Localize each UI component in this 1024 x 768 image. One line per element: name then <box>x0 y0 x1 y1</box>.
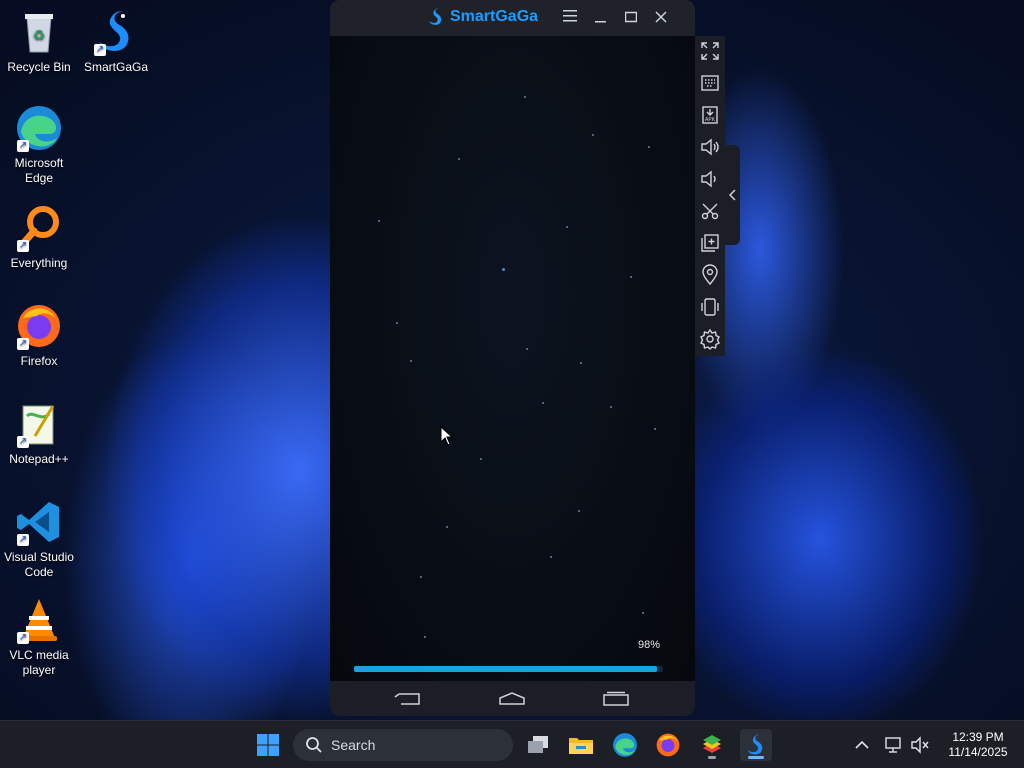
shortcut-arrow-icon: ↗ <box>17 632 29 644</box>
emulator-side-toolbar: APK <box>695 36 725 356</box>
taskbar: Search 12:39 PM 11/14/2025 <box>0 720 1024 768</box>
progress-bar-fill <box>354 666 657 672</box>
home-icon[interactable] <box>497 690 527 708</box>
recents-icon[interactable] <box>601 690 631 708</box>
edge-icon: ↗ <box>15 104 63 152</box>
desktop-icon-label: Microsoft Edge <box>14 156 64 185</box>
system-clock[interactable]: 12:39 PM 11/14/2025 <box>938 730 1018 760</box>
mouse-cursor-icon <box>440 425 454 451</box>
taskbar-bluestacks-icon[interactable] <box>696 729 728 761</box>
search-label: Search <box>331 737 376 753</box>
firefox-icon: ↗ <box>15 302 63 350</box>
running-indicator <box>708 756 716 759</box>
minimize-icon[interactable] <box>591 8 611 28</box>
desktop-icon-vlc[interactable]: ↗ VLC media player <box>3 596 75 678</box>
desktop-icon-label: Visual Studio Code <box>4 550 74 579</box>
desktop-icon-label: Everything <box>10 256 68 270</box>
desktop-icon-label: SmartGaGa <box>83 60 149 74</box>
desktop-icon-smartgaga[interactable]: ↗ SmartGaGa <box>80 8 152 75</box>
desktop-icon-label: VLC media player <box>9 648 69 677</box>
shortcut-arrow-icon: ↗ <box>17 436 29 448</box>
title-bar[interactable]: SmartGaGa <box>330 0 695 36</box>
volume-muted-icon[interactable] <box>904 729 936 761</box>
show-hidden-icons-chevron-icon[interactable] <box>846 729 878 761</box>
back-icon[interactable] <box>393 690 423 708</box>
windows-logo-icon <box>257 734 279 756</box>
desktop-icon-vscode[interactable]: ↗ Visual Studio Code <box>3 498 75 580</box>
vlc-icon: ↗ <box>15 596 63 644</box>
notepadpp-icon: ↗ <box>15 400 63 448</box>
taskbar-smartgaga-icon[interactable] <box>740 729 772 761</box>
desktop-icon-recycle-bin[interactable]: ♻ Recycle Bin <box>3 8 75 75</box>
clock-date: 11/14/2025 <box>948 745 1008 759</box>
shortcut-arrow-icon: ↗ <box>17 240 29 252</box>
android-screen[interactable]: 98% <box>330 36 695 681</box>
android-nav-bar <box>330 681 695 716</box>
desktop-icon-label: Recycle Bin <box>7 60 71 74</box>
menu-icon[interactable] <box>561 8 581 28</box>
svg-text:APK: APK <box>705 117 716 123</box>
recycle-bin-icon: ♻ <box>15 8 63 56</box>
app-brand: SmartGaGa <box>426 7 538 27</box>
desktop-icon-notepadpp[interactable]: ↗ Notepad++ <box>3 400 75 467</box>
desktop-icon-everything[interactable]: ↗ Everything <box>3 204 75 271</box>
desktop-icon-edge[interactable]: ↗ Microsoft Edge <box>3 104 75 186</box>
smartgaga-icon: ↗ <box>92 8 140 56</box>
close-icon[interactable] <box>651 8 671 28</box>
collapse-toolbar-chevron-icon[interactable] <box>725 145 740 245</box>
shake-icon[interactable] <box>699 296 721 318</box>
app-title: SmartGaGa <box>450 8 539 25</box>
progress-bar <box>354 666 663 672</box>
svg-text:♻: ♻ <box>33 27 46 43</box>
progress-percent: 98% <box>638 639 661 651</box>
screenshot-scissors-icon[interactable] <box>699 200 721 222</box>
task-view-icon[interactable] <box>522 729 554 761</box>
everything-icon: ↗ <box>15 204 63 252</box>
shortcut-arrow-icon: ↗ <box>94 44 106 56</box>
taskbar-edge-icon[interactable] <box>609 729 641 761</box>
shortcut-arrow-icon: ↗ <box>17 140 29 152</box>
start-button[interactable] <box>252 729 284 761</box>
shortcut-arrow-icon: ↗ <box>17 534 29 546</box>
shortcut-arrow-icon: ↗ <box>17 338 29 350</box>
search-icon <box>306 737 322 753</box>
volume-down-icon[interactable] <box>699 168 721 190</box>
volume-up-icon[interactable] <box>699 136 721 158</box>
location-icon[interactable] <box>699 264 721 286</box>
smartgaga-window[interactable]: SmartGaGa 98% <box>330 0 695 716</box>
fullscreen-icon[interactable] <box>699 40 721 62</box>
clock-time: 12:39 PM <box>952 730 1004 744</box>
desktop-icon-firefox[interactable]: ↗ Firefox <box>3 302 75 369</box>
smartgaga-logo-icon <box>429 8 442 25</box>
file-explorer-icon[interactable] <box>565 729 597 761</box>
active-indicator <box>748 756 764 759</box>
taskbar-search[interactable]: Search <box>293 729 513 761</box>
multi-instance-icon[interactable] <box>699 232 721 254</box>
maximize-icon[interactable] <box>621 8 641 28</box>
desktop-icon-label: Notepad++ <box>9 452 69 466</box>
taskbar-firefox-icon[interactable] <box>652 729 684 761</box>
apk-install-icon[interactable]: APK <box>699 104 721 126</box>
desktop-icon-label: Firefox <box>20 354 58 368</box>
keyboard-icon[interactable] <box>699 72 721 94</box>
vscode-icon: ↗ <box>15 498 63 546</box>
settings-icon[interactable] <box>699 328 721 350</box>
